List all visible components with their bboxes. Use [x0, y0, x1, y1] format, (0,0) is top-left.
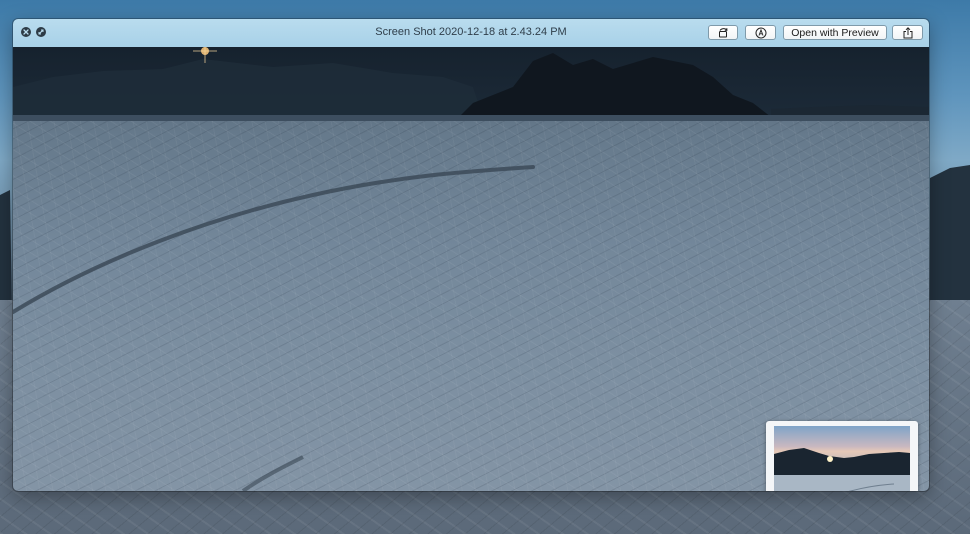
rotate-icon: [719, 28, 728, 38]
close-button[interactable]: [21, 27, 31, 37]
desktop-background: Screen Shot 2020-12-18 at 2.43.24 PM Ope…: [0, 0, 970, 534]
fullscreen-button[interactable]: [36, 27, 46, 37]
fullscreen-icon: [38, 29, 44, 35]
rotate-button[interactable]: [708, 25, 738, 40]
window-title: Screen Shot 2020-12-18 at 2.43.24 PM: [375, 26, 567, 38]
markup-icon: [755, 27, 766, 38]
thumbnail-landscape: [774, 448, 910, 491]
thumbnail-image: [774, 426, 910, 491]
close-icon: [23, 29, 29, 35]
markup-button[interactable]: [745, 25, 776, 40]
open-with-preview-button[interactable]: Open with Preview: [783, 25, 887, 40]
share-icon: [903, 26, 912, 38]
screenshot-preview-image: [13, 47, 929, 491]
share-button[interactable]: [892, 25, 923, 40]
screenshot-thumbnail[interactable]: [766, 421, 918, 491]
quick-look-window: Screen Shot 2020-12-18 at 2.43.24 PM Ope…: [13, 19, 929, 491]
title-bar[interactable]: Screen Shot 2020-12-18 at 2.43.24 PM Ope…: [13, 19, 929, 48]
